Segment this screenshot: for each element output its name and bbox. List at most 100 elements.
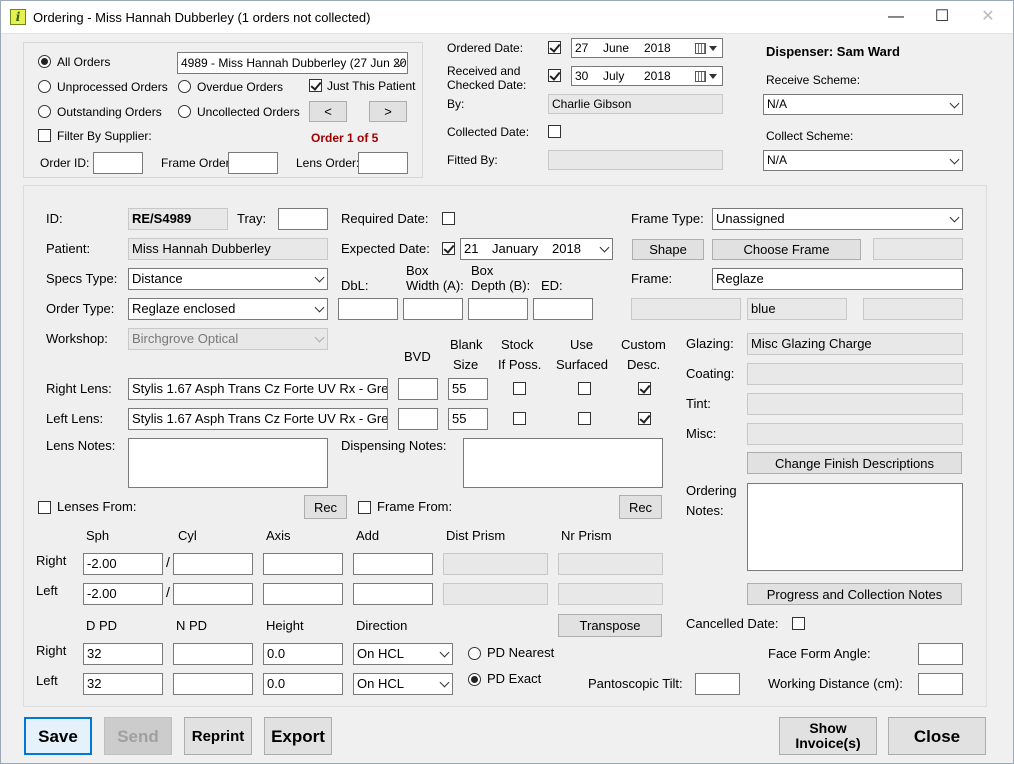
outstanding-orders-radio[interactable] xyxy=(38,105,51,118)
pantoscopic-tilt-input[interactable] xyxy=(695,673,740,695)
right-sph-input[interactable]: -2.00 xyxy=(83,553,163,575)
export-button[interactable]: Export xyxy=(264,717,332,755)
lens-order-label: Lens Order: xyxy=(296,156,360,170)
left-blank-size-input[interactable]: 55 xyxy=(448,408,488,430)
right-dist-prism-field xyxy=(443,553,548,575)
right-add-input[interactable] xyxy=(353,553,433,575)
frame-rec-button[interactable]: Rec xyxy=(619,495,662,519)
order-id-input[interactable] xyxy=(93,152,143,174)
right-npd-input[interactable] xyxy=(173,643,253,665)
close-window-button[interactable]: ✕ xyxy=(965,1,1011,33)
required-date-checkbox[interactable] xyxy=(442,212,455,225)
face-form-angle-input[interactable] xyxy=(918,643,963,665)
transpose-button[interactable]: Transpose xyxy=(558,614,662,637)
tray-input[interactable] xyxy=(278,208,328,230)
change-finish-descriptions-button[interactable]: Change Finish Descriptions xyxy=(747,452,962,474)
ed-input[interactable] xyxy=(533,298,593,320)
left-direction-select[interactable]: On HCL xyxy=(353,673,453,695)
right-height-input[interactable]: 0.0 xyxy=(263,643,343,665)
rx-right-label: Right xyxy=(36,553,67,568)
received-date-picker[interactable]: 30 July 2018 xyxy=(571,66,723,86)
dropdown-arrow-icon xyxy=(709,46,717,51)
left-custom-desc-checkbox[interactable] xyxy=(638,412,651,425)
right-direction-select[interactable]: On HCL xyxy=(353,643,453,665)
left-height-input[interactable]: 0.0 xyxy=(263,673,343,695)
just-this-patient-checkbox[interactable] xyxy=(309,79,322,92)
right-stock-checkbox[interactable] xyxy=(513,382,526,395)
frame-input[interactable]: Reglaze xyxy=(712,268,963,290)
unprocessed-orders-radio[interactable] xyxy=(38,80,51,93)
by-label: By: xyxy=(447,97,465,111)
left-bvd-input[interactable] xyxy=(398,408,438,430)
tint-label: Tint: xyxy=(686,396,711,411)
lens-order-input[interactable] xyxy=(358,152,408,174)
reprint-button[interactable]: Reprint xyxy=(184,717,252,755)
left-dpd-input[interactable]: 32 xyxy=(83,673,163,695)
collect-scheme-select[interactable]: N/A xyxy=(763,150,963,171)
previous-order-button[interactable]: < xyxy=(309,101,347,122)
box-width-input[interactable] xyxy=(403,298,463,320)
frame-order-input[interactable] xyxy=(228,152,278,174)
right-dpd-input[interactable]: 32 xyxy=(83,643,163,665)
right-surfaced-checkbox[interactable] xyxy=(578,382,591,395)
show-invoices-button[interactable]: Show Invoice(s) xyxy=(779,717,877,755)
left-npd-input[interactable] xyxy=(173,673,253,695)
right-bvd-input[interactable] xyxy=(398,378,438,400)
left-axis-input[interactable] xyxy=(263,583,343,605)
filter-by-supplier-checkbox[interactable] xyxy=(38,129,51,142)
rx-left-label: Left xyxy=(36,583,58,598)
ordered-date-checkbox[interactable] xyxy=(548,41,561,54)
right-lens-input[interactable]: Stylis 1.67 Asph Trans Cz Forte UV Rx - … xyxy=(128,378,388,400)
choose-frame-button[interactable]: Choose Frame xyxy=(712,239,861,260)
dbl-input[interactable] xyxy=(338,298,398,320)
received-date-checkbox[interactable] xyxy=(548,69,561,82)
order-type-select[interactable]: Reglaze enclosed xyxy=(128,298,328,320)
right-custom-desc-checkbox[interactable] xyxy=(638,382,651,395)
specs-type-select[interactable]: Distance xyxy=(128,268,328,290)
collected-date-label: Collected Date: xyxy=(447,125,530,139)
ordered-date-picker[interactable]: 27 June 2018 xyxy=(571,38,723,58)
left-cyl-input[interactable] xyxy=(173,583,253,605)
maximize-button[interactable]: ☐ xyxy=(919,1,965,33)
all-orders-radio[interactable] xyxy=(38,55,51,68)
expected-date-checkbox[interactable] xyxy=(442,242,455,255)
progress-collection-notes-button[interactable]: Progress and Collection Notes xyxy=(747,583,962,605)
working-distance-input[interactable] xyxy=(918,673,963,695)
frame-type-select[interactable]: Unassigned xyxy=(712,208,963,230)
shape-button[interactable]: Shape xyxy=(632,239,704,260)
right-blank-size-input[interactable]: 55 xyxy=(448,378,488,400)
lens-notes-textarea[interactable] xyxy=(128,438,328,488)
close-button[interactable]: Close xyxy=(888,717,986,755)
frame-from-label: Frame From: xyxy=(377,499,453,514)
lenses-rec-button[interactable]: Rec xyxy=(304,495,347,519)
right-axis-input[interactable] xyxy=(263,553,343,575)
overdue-orders-label: Overdue Orders xyxy=(197,80,284,94)
overdue-orders-radio[interactable] xyxy=(178,80,191,93)
minimize-button[interactable]: — xyxy=(873,1,919,33)
use-surfaced-header-line2: Surfaced xyxy=(556,357,609,372)
left-stock-checkbox[interactable] xyxy=(513,412,526,425)
save-button[interactable]: Save xyxy=(24,717,92,755)
right-cyl-input[interactable] xyxy=(173,553,253,575)
lenses-from-checkbox[interactable] xyxy=(38,501,51,514)
uncollected-orders-radio[interactable] xyxy=(178,105,191,118)
frame-from-checkbox[interactable] xyxy=(358,501,371,514)
left-surfaced-checkbox[interactable] xyxy=(578,412,591,425)
send-button[interactable]: Send xyxy=(104,717,172,755)
next-order-button[interactable]: > xyxy=(369,101,407,122)
ordering-notes-textarea[interactable] xyxy=(747,483,963,571)
left-sph-input[interactable]: -2.00 xyxy=(83,583,163,605)
receive-scheme-select[interactable]: N/A xyxy=(763,94,963,115)
expected-year: 2018 xyxy=(552,241,581,256)
box-depth-input[interactable] xyxy=(468,298,528,320)
collected-date-checkbox[interactable] xyxy=(548,125,561,138)
left-add-input[interactable] xyxy=(353,583,433,605)
expected-date-picker[interactable]: 21 January 2018 xyxy=(460,238,613,260)
pd-exact-radio[interactable] xyxy=(468,673,481,686)
left-lens-input[interactable]: Stylis 1.67 Asph Trans Cz Forte UV Rx - … xyxy=(128,408,388,430)
order-select[interactable]: 4989 - Miss Hannah Dubberley (27 Jun 201… xyxy=(177,52,408,74)
pd-nearest-radio[interactable] xyxy=(468,647,481,660)
cancelled-date-checkbox[interactable] xyxy=(792,617,805,630)
dispensing-notes-textarea[interactable] xyxy=(463,438,663,488)
working-distance-label: Working Distance (cm): xyxy=(768,676,903,691)
